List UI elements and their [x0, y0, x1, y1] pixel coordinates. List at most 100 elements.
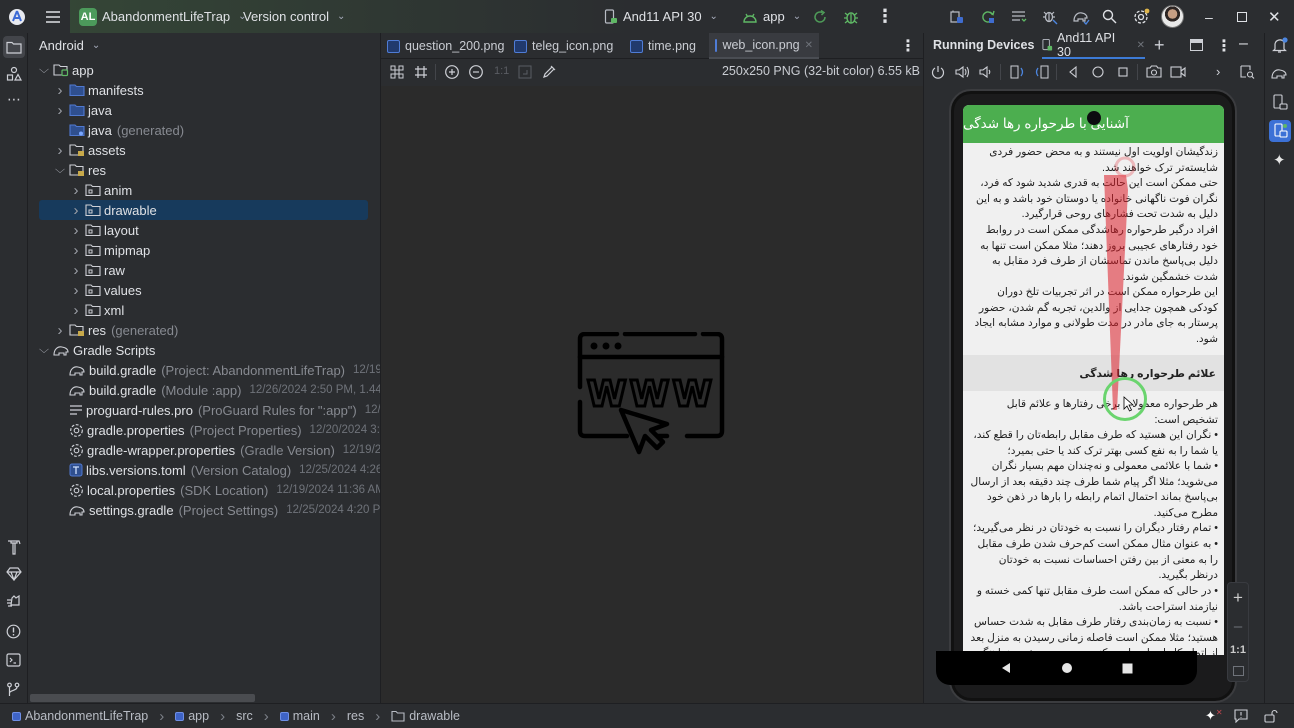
breadcrumb-item[interactable]: main: [279, 709, 320, 723]
android-studio-logo-icon[interactable]: [8, 0, 26, 33]
color-picker-button[interactable]: [542, 64, 557, 79]
breadcrumb-item[interactable]: res: [347, 709, 364, 723]
gradle-tool-button[interactable]: [1271, 66, 1288, 80]
apply-changes-button[interactable]: [812, 0, 828, 33]
chevron-right-icon[interactable]: ›: [69, 282, 83, 299]
grid-toggle-button[interactable]: [414, 65, 428, 79]
chevron-right-icon[interactable]: ›: [53, 102, 67, 119]
running-devices-tool-button[interactable]: [1269, 120, 1291, 142]
chevron-down-icon[interactable]: ⌵: [36, 64, 53, 77]
tree-item[interactable]: › anim: [69, 180, 133, 200]
tab-question-200[interactable]: question_200.png: [381, 33, 510, 59]
tree-item[interactable]: ⌵ res: [53, 160, 106, 180]
tab-teleg-icon[interactable]: teleg_icon.png: [508, 33, 619, 59]
main-menu-button[interactable]: [45, 0, 61, 33]
device-manager-button[interactable]: [949, 0, 965, 33]
project-horizontal-scrollbar[interactable]: [30, 694, 255, 702]
device-tab[interactable]: And11 API 30 ✕: [1042, 31, 1145, 59]
ai-assistant-status[interactable]: ✦✕: [1205, 708, 1223, 724]
tree-item[interactable]: › xml: [69, 300, 125, 320]
project-view-selector[interactable]: Android ⌄: [39, 38, 100, 53]
device-manager-tool-button[interactable]: [1272, 94, 1288, 111]
tree-item[interactable]: › raw: [69, 260, 125, 280]
add-device-button[interactable]: +: [1154, 35, 1165, 56]
chevron-right-icon[interactable]: ›: [53, 322, 67, 339]
app-quality-button[interactable]: [980, 0, 996, 33]
breadcrumb-item[interactable]: drawable: [391, 709, 460, 723]
tree-item[interactable]: settings.gradle (Project Settings) 12/25/2…: [53, 500, 380, 520]
chessboard-toggle-button[interactable]: [390, 65, 404, 79]
chevron-right-icon[interactable]: ›: [69, 182, 83, 199]
tree-item[interactable]: › values: [69, 280, 142, 300]
power-button[interactable]: [931, 65, 945, 79]
more-tool-windows-button[interactable]: ⋯: [7, 91, 22, 108]
terminal-tool-button[interactable]: [6, 653, 21, 667]
gradle-sync-button[interactable]: [1072, 0, 1090, 33]
tree-item[interactable]: gradle-wrapper.properties (Gradle Version…: [53, 440, 380, 460]
tree-item[interactable]: › assets: [53, 140, 126, 160]
chevron-right-icon[interactable]: ›: [69, 262, 83, 279]
nav-back-icon[interactable]: [1000, 662, 1012, 674]
tree-item[interactable]: ⌵ app: [37, 60, 94, 80]
chevron-right-icon[interactable]: ›: [69, 302, 83, 319]
zoom-in-button[interactable]: +: [1233, 588, 1243, 608]
tree-item[interactable]: › res (generated): [53, 320, 179, 340]
tab-web-icon[interactable]: web_icon.png ✕: [709, 33, 819, 59]
tree-item[interactable]: proguard-rules.pro (ProGuard Rules for ":…: [53, 400, 380, 420]
project-selector[interactable]: AL AbandonmentLifeTrap ⌄: [79, 0, 247, 33]
window-layout-button[interactable]: [1190, 39, 1203, 51]
overview-button[interactable]: [1116, 65, 1130, 79]
resource-manager-button[interactable]: [6, 66, 22, 82]
home-button[interactable]: [1091, 65, 1105, 79]
tree-item[interactable]: libs.versions.toml (Version Catalog) 12/25…: [53, 460, 380, 480]
git-tool-button[interactable]: [6, 682, 21, 697]
zoom-in-button[interactable]: [444, 64, 460, 80]
tab-overflow-button[interactable]: ⋮: [900, 36, 916, 56]
tab-time[interactable]: time.png: [624, 33, 702, 59]
volume-down-button[interactable]: [979, 65, 993, 79]
tree-item[interactable]: gradle.properties (Project Properties) 12/…: [53, 420, 380, 440]
read-only-toggle[interactable]: [1264, 709, 1278, 723]
rotate-left-button[interactable]: [1010, 65, 1025, 79]
logcat-tool-button[interactable]: [6, 595, 22, 609]
chevron-right-icon[interactable]: ›: [53, 142, 67, 159]
tree-item[interactable]: › manifests: [53, 80, 144, 100]
project-tool-button[interactable]: [3, 36, 25, 58]
close-tab-icon[interactable]: ✕: [805, 40, 813, 51]
tree-item[interactable]: ⌵ Gradle Scripts: [37, 340, 155, 360]
more-actions-button[interactable]: ⋮: [876, 0, 894, 33]
tree-item[interactable]: build.gradle (Module :app) 12/26/2024 2:50…: [53, 380, 380, 400]
close-tab-icon[interactable]: ✕: [1137, 40, 1145, 51]
run-config-selector[interactable]: app ⌄: [742, 0, 801, 33]
search-button[interactable]: [1102, 0, 1117, 33]
chevron-right-icon[interactable]: ›: [69, 242, 83, 259]
settings-button[interactable]: [1133, 0, 1150, 33]
breadcrumb-item[interactable]: src: [236, 709, 253, 723]
user-avatar[interactable]: [1161, 0, 1184, 33]
tree-item[interactable]: java (generated): [53, 120, 184, 140]
zoom-fit-button[interactable]: [1232, 666, 1244, 677]
screenshot-button[interactable]: [1146, 64, 1162, 79]
device-screen[interactable]: آشنایی با طرحواره رها شدگی زندگیشان اولو…: [963, 105, 1224, 655]
close-window-button[interactable]: ✕: [1268, 0, 1281, 33]
debug-button[interactable]: [842, 0, 860, 33]
more-controls-button[interactable]: ›: [1216, 64, 1220, 79]
fit-zoom-button[interactable]: [518, 65, 532, 79]
zoom-out-button[interactable]: –: [1234, 618, 1242, 635]
device-selector[interactable]: And11 API 30 ⌄: [604, 0, 718, 33]
tree-item[interactable]: build.gradle (Project: AbandonmentLifeTra…: [53, 360, 380, 380]
breadcrumb-item[interactable]: AbandonmentLifeTrap: [12, 709, 148, 723]
notifications-button[interactable]: [1272, 37, 1288, 54]
volume-up-button[interactable]: [955, 65, 971, 79]
tree-item[interactable]: › java: [53, 100, 112, 120]
version-control-menu[interactable]: Version control ⌄: [243, 0, 345, 33]
gemini-tool-button[interactable]: [6, 567, 22, 581]
options-button[interactable]: ⋮: [1216, 36, 1232, 56]
tree-item[interactable]: › mipmap: [69, 240, 151, 260]
zoom-out-button[interactable]: [468, 64, 484, 80]
hide-window-button[interactable]: –: [1239, 35, 1248, 53]
build-tool-button[interactable]: [6, 539, 22, 555]
run-tasks-button[interactable]: [1011, 0, 1027, 33]
breadcrumb-item[interactable]: app: [175, 709, 209, 723]
back-button[interactable]: [1067, 65, 1079, 79]
